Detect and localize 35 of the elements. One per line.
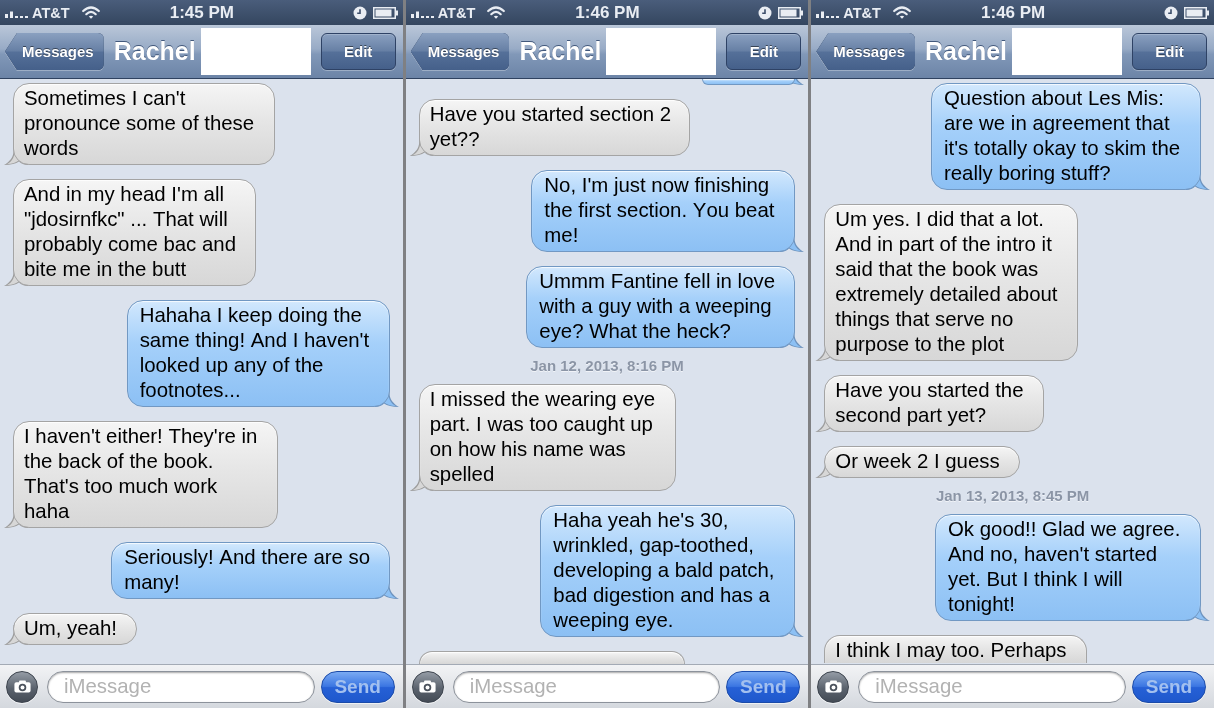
camera-button[interactable]: [817, 670, 850, 703]
carrier-name: AT&T: [32, 4, 70, 21]
battery-icon: [1184, 6, 1210, 19]
wifi-icon: [892, 6, 911, 19]
clock-icon: [1164, 5, 1178, 20]
carrier-name: AT&T: [437, 4, 476, 21]
status-time: 1:46 PM: [981, 2, 1046, 23]
battery-icon: [372, 6, 399, 19]
message-input[interactable]: iMessage: [47, 670, 315, 703]
status-time: 1:45 PM: [169, 2, 234, 23]
camera-icon: [13, 680, 31, 693]
back-button[interactable]: Messages: [816, 33, 916, 70]
edit-button[interactable]: Edit: [1132, 33, 1207, 70]
camera-button[interactable]: [6, 670, 38, 703]
contact-name: Rachel: [925, 37, 1008, 66]
camera-icon: [824, 680, 842, 693]
wifi-icon: [487, 6, 506, 19]
contact-name: Rachel: [519, 37, 602, 66]
edit-button[interactable]: Edit: [726, 33, 802, 70]
battery-icon: [778, 6, 805, 19]
back-button[interactable]: Messages: [410, 33, 510, 70]
back-button[interactable]: Messages: [5, 33, 104, 70]
wifi-icon: [81, 6, 100, 19]
clock-icon: [352, 5, 367, 20]
carrier-name: AT&T: [843, 4, 881, 21]
clock-icon: [758, 5, 773, 20]
camera-button[interactable]: [411, 670, 444, 703]
edit-button[interactable]: Edit: [320, 33, 396, 70]
camera-icon: [419, 680, 437, 693]
status-time: 1:46 PM: [575, 2, 640, 23]
message-input[interactable]: iMessage: [452, 670, 721, 703]
timestamp: Jan 13, 2013, 8:45 PM: [935, 487, 1090, 505]
contact-name: Rachel: [113, 37, 196, 66]
timestamp: Jan 12, 2013, 8:16 PM: [530, 357, 684, 375]
message-input[interactable]: iMessage: [858, 670, 1126, 703]
